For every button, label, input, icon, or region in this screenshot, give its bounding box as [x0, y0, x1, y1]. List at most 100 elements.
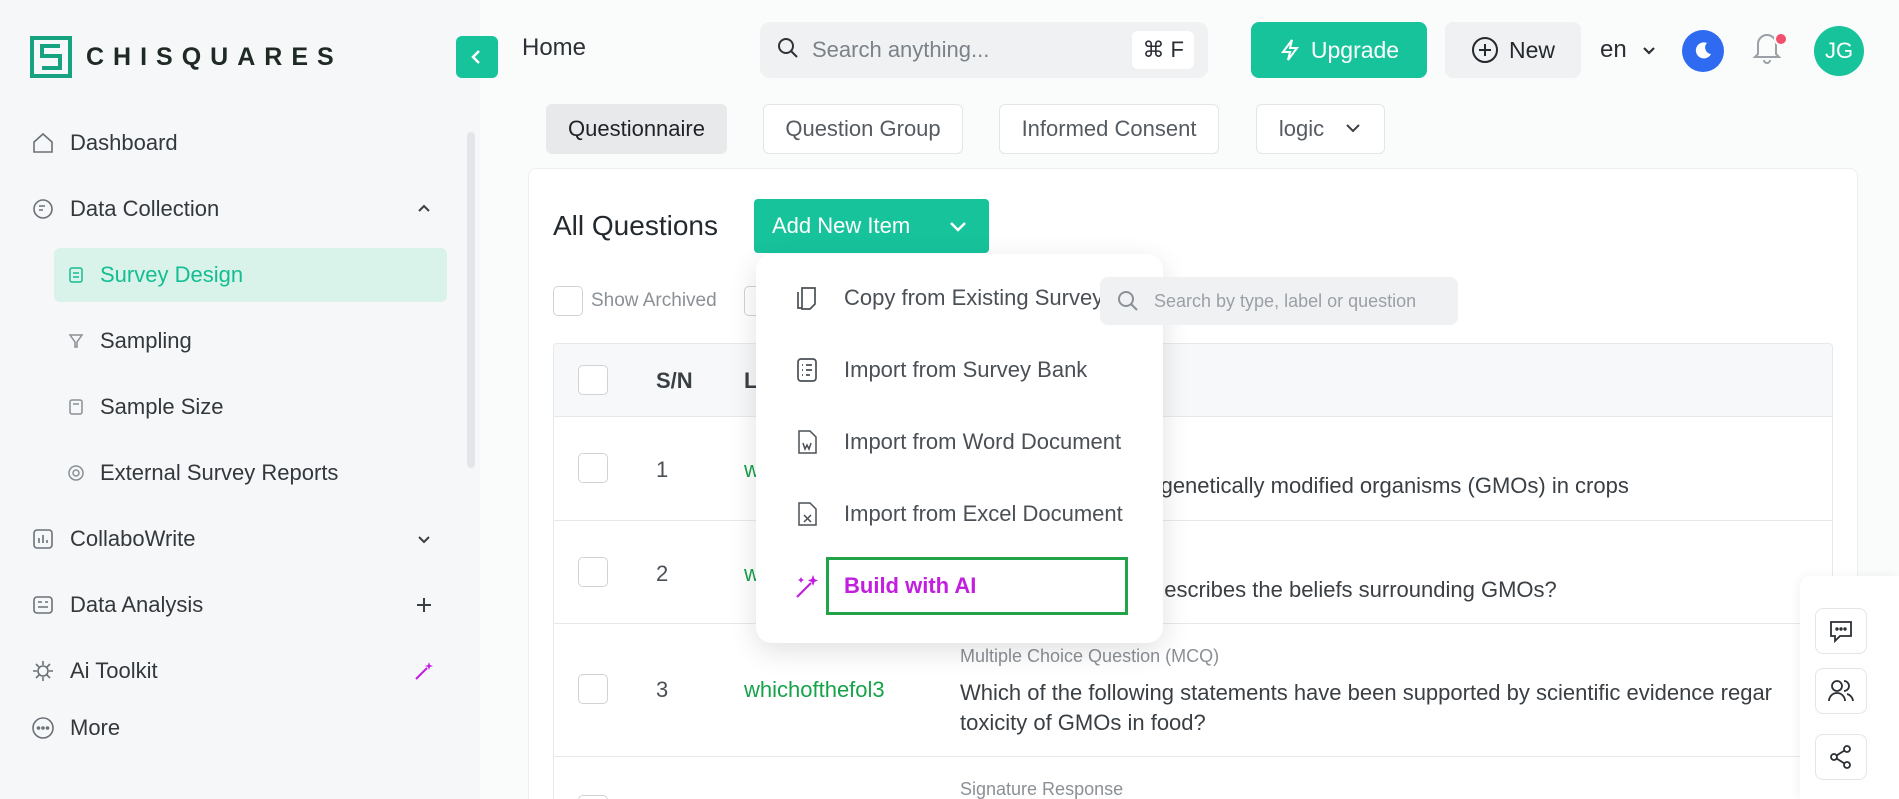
show-archived-checkbox[interactable] [553, 286, 583, 316]
avatar[interactable]: JG [1814, 26, 1864, 76]
chevron-up-icon[interactable] [412, 197, 436, 221]
scrollbar-thumb[interactable] [467, 132, 475, 468]
lightning-icon [1280, 39, 1299, 61]
new-label: New [1508, 36, 1555, 63]
row-sn: 2 [656, 561, 669, 586]
dark-mode-toggle[interactable] [1682, 30, 1724, 72]
sidebar-item-label: CollaboWrite [70, 526, 196, 551]
search-icon [1118, 291, 1138, 311]
sidebar-item-data-collection[interactable]: Data Collection [30, 189, 430, 229]
magic-wand-icon [412, 659, 436, 683]
add-new-label: Add New Item [772, 213, 911, 238]
menu-item-label: Copy from Existing Survey [844, 285, 1104, 310]
plus-icon[interactable] [412, 593, 436, 617]
table-header: S/N L [554, 344, 1832, 417]
sidebar-item-label: Ai Toolkit [70, 658, 158, 683]
brand-name: CHISQUARES [86, 42, 343, 71]
share-button[interactable] [1815, 734, 1867, 780]
notifications-button[interactable] [1752, 30, 1788, 70]
sampling-icon [66, 331, 86, 351]
upgrade-button[interactable]: Upgrade [1251, 22, 1427, 78]
menu-item-copy-from-existing-survey[interactable]: Copy from Existing Survey [792, 276, 1103, 320]
tab-question-group[interactable]: Question Group [763, 104, 963, 154]
sidebar-item-ai-toolkit[interactable]: Ai Toolkit [30, 651, 433, 691]
row-checkbox[interactable] [578, 674, 608, 704]
calculator-icon [66, 397, 86, 417]
page-title: Home [522, 34, 587, 61]
sidebar-scrollbar[interactable] [466, 120, 476, 799]
sidebar-item-sampling[interactable]: Sampling [54, 314, 447, 368]
menu-item-import-from-survey-bank[interactable]: Import from Survey Bank [792, 348, 1087, 392]
sidebar-item-label: Survey Design [100, 262, 244, 287]
menu-item-label: Import from Word Document [844, 429, 1122, 454]
table-row[interactable]: 2 w on (MCQ) ng statements best describe… [554, 521, 1832, 624]
chisquares-logo-icon [30, 36, 72, 78]
row-checkbox[interactable] [578, 453, 608, 483]
sidebar-item-sample-size[interactable]: Sample Size [54, 380, 447, 434]
moon-icon [1695, 42, 1711, 59]
chat-icon [1830, 621, 1852, 644]
more-icon [30, 715, 56, 741]
row-checkbox[interactable] [578, 795, 608, 799]
users-icon [1828, 680, 1854, 702]
row-sn: 3 [656, 677, 669, 702]
excel-doc-icon [792, 499, 822, 529]
collaborators-button[interactable] [1815, 668, 1867, 714]
row-label[interactable]: whichofthefol3 [744, 677, 885, 703]
table-row[interactable]: 1 w on (MCQ) eason for the use of geneti… [554, 417, 1832, 521]
menu-item-import-from-word-document[interactable]: Import from Word Document [792, 420, 1121, 464]
sidebar-item-label: Dashboard [70, 130, 178, 155]
sidebar-item-collabowrite[interactable]: CollaboWrite [30, 519, 430, 559]
chart-icon [30, 526, 56, 552]
language-select[interactable]: en [1600, 36, 1657, 64]
tab-informed-consent[interactable]: Informed Consent [999, 104, 1219, 154]
sidebar-item-dashboard[interactable]: Dashboard [30, 123, 178, 163]
tab-logic[interactable]: logic [1256, 104, 1385, 154]
sidebar-item-external-survey-reports[interactable]: External Survey Reports [54, 446, 447, 500]
table-row[interactable]: 3 whichofthefol3 Multiple Choice Questio… [554, 624, 1832, 757]
show-archived-toggle[interactable]: Show Archived [553, 286, 717, 316]
bank-icon [792, 355, 822, 385]
menu-item-label: Import from Excel Document [844, 501, 1123, 526]
sidebar-item-survey-design[interactable]: Survey Design [54, 248, 447, 302]
search-icon [776, 36, 800, 65]
upgrade-label: Upgrade [1310, 36, 1400, 63]
sidebar-item-label: Sample Size [100, 394, 224, 419]
sidebar: CHISQUARES Dashboard Data Collection Sur… [0, 0, 480, 799]
chat-button[interactable] [1815, 608, 1867, 654]
data-collection-icon [30, 196, 56, 222]
share-icon [1830, 745, 1851, 769]
row-checkbox[interactable] [578, 557, 608, 587]
highlight-box [826, 557, 1128, 615]
add-new-item-button[interactable]: Add New Item [754, 199, 989, 253]
select-all-checkbox[interactable] [578, 365, 608, 395]
sidebar-item-more[interactable]: More [30, 708, 120, 748]
word-doc-icon [792, 427, 822, 457]
table-search-input[interactable]: Search by type, label or question [1154, 291, 1416, 312]
floating-toolbar [1800, 576, 1899, 799]
table-search[interactable]: Search by type, label or question [1100, 277, 1458, 325]
menu-item-import-from-excel-document[interactable]: Import from Excel Document [792, 492, 1123, 536]
show-archived-label: Show Archived [591, 290, 717, 311]
new-button[interactable]: New [1445, 22, 1581, 78]
chevron-down-icon[interactable] [412, 527, 436, 551]
sidebar-item-label: More [70, 715, 121, 740]
row-question-type: Signature Response [960, 779, 1124, 799]
search-input[interactable]: Search anything... [812, 37, 989, 63]
global-search[interactable]: Search anything... ⌘ F [760, 22, 1208, 78]
analysis-icon [30, 592, 56, 618]
report-icon [66, 463, 86, 483]
home-icon [30, 130, 56, 156]
plus-circle-icon [1471, 37, 1498, 63]
survey-icon [66, 265, 86, 285]
column-header-sn[interactable]: S/N [656, 368, 693, 394]
collapse-sidebar-button[interactable] [456, 36, 498, 78]
chevron-down-icon [1344, 116, 1362, 142]
sidebar-item-data-analysis[interactable]: Data Analysis [30, 585, 431, 625]
row-question-text: toxicity of GMOs in food? [960, 710, 1206, 735]
tab-questionnaire[interactable]: Questionnaire [546, 104, 727, 154]
section-heading: All Questions [553, 210, 718, 241]
brand-logo[interactable]: CHISQUARES [30, 36, 343, 78]
table-row[interactable]: Signature Response [554, 757, 1832, 799]
sidebar-item-label: Data Analysis [70, 592, 204, 617]
